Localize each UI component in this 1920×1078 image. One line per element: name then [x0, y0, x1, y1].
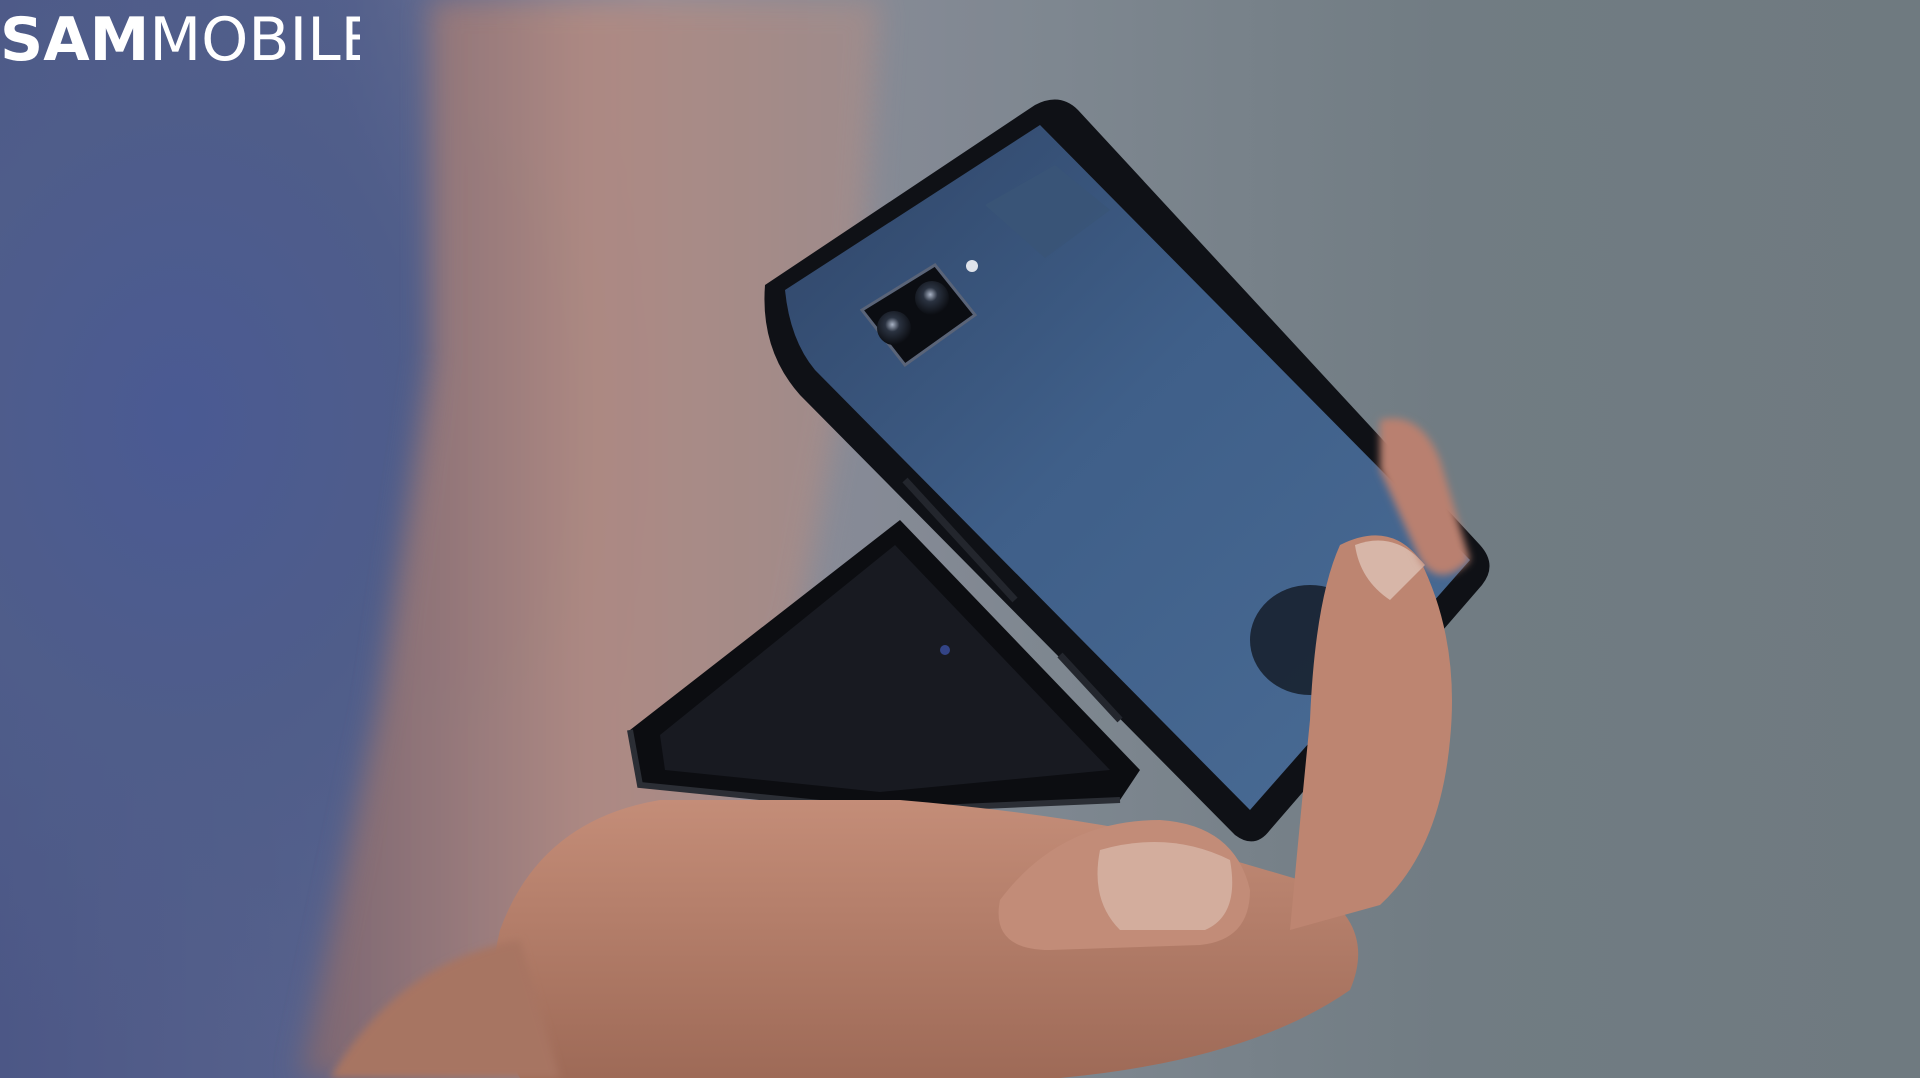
camera-lens-top-icon	[915, 281, 949, 315]
svg-text:SAMMOBILE: SAMMOBILE	[0, 5, 360, 70]
camera-lens-bottom-icon	[877, 311, 911, 345]
photo-scene: SAMMOBILE	[0, 0, 1920, 1078]
photo-illustration	[300, 0, 1490, 1078]
sammobile-watermark: SAMMOBILE	[0, 5, 360, 70]
watermark-brand-bold: SAM	[0, 5, 149, 70]
watermark-brand-light: MOBILE	[149, 5, 360, 70]
flash-icon	[966, 260, 978, 272]
